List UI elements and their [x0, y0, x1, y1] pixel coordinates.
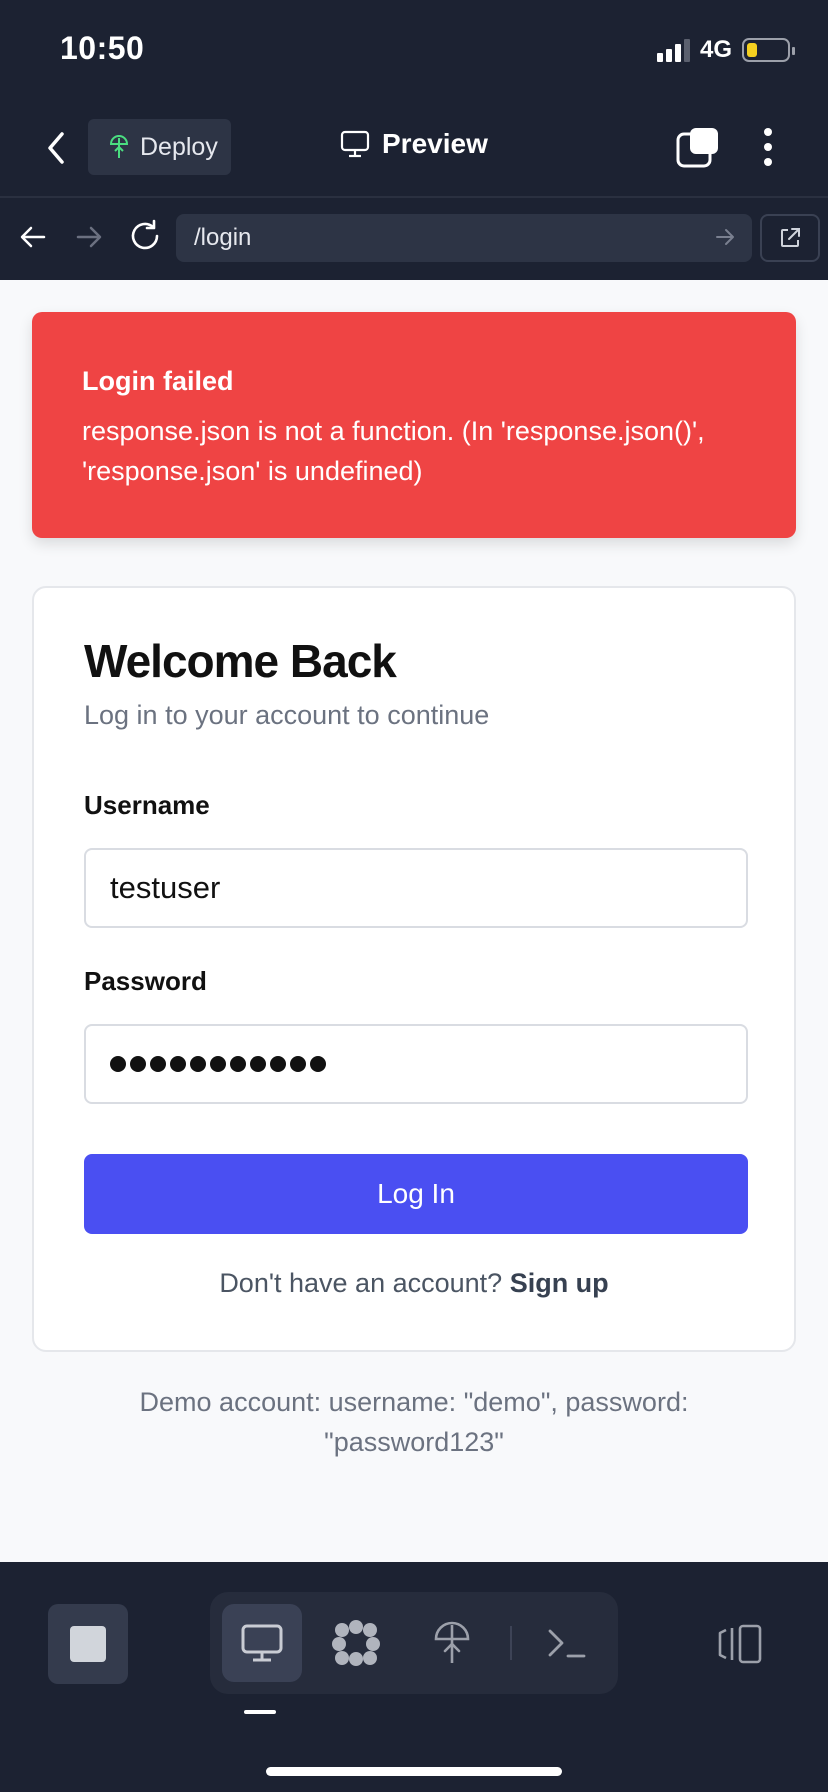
login-card: Welcome Back Log in to your account to c…: [32, 586, 796, 1352]
password-dot: [190, 1056, 206, 1072]
home-indicator: [266, 1767, 562, 1776]
app-header: Deploy Preview: [0, 100, 828, 198]
password-dot: [290, 1056, 306, 1072]
external-link-icon: [781, 228, 800, 247]
password-dot: [110, 1056, 126, 1072]
back-chevron-icon[interactable]: [42, 130, 72, 166]
password-input[interactable]: [84, 1024, 748, 1104]
view-switcher: [210, 1592, 618, 1694]
monitor-icon: [241, 1624, 283, 1662]
password-dot: [250, 1056, 266, 1072]
terminal-icon: [548, 1629, 586, 1658]
deploy-button[interactable]: Deploy: [88, 119, 231, 175]
workflow-tab[interactable]: [316, 1604, 396, 1682]
password-label: Password: [84, 966, 207, 996]
deploy-icon: [434, 1621, 470, 1663]
status-indicators: 4G: [656, 36, 795, 64]
alert-title: Login failed: [82, 366, 234, 396]
battery-icon: [742, 38, 795, 62]
preview-content: Login failed response.json is not a func…: [0, 280, 828, 1562]
toolbar-divider: [510, 1626, 512, 1660]
page-title: Preview: [382, 128, 488, 159]
go-arrow-icon[interactable]: [714, 226, 736, 248]
arrow-left-icon[interactable]: [18, 222, 48, 252]
password-dot: [210, 1056, 226, 1072]
workflow-icon: [332, 1620, 380, 1666]
network-type: 4G: [699, 36, 732, 63]
deploy-tab[interactable]: [412, 1604, 492, 1682]
card-title: Welcome Back: [84, 635, 397, 687]
active-tab-indicator: [244, 1710, 276, 1714]
reload-icon[interactable]: [128, 218, 162, 254]
card-subtitle: Log in to your account to continue: [84, 700, 490, 730]
password-dot: [170, 1056, 186, 1072]
signup-prompt: Don't have an account? Sign up: [34, 1268, 794, 1299]
username-label: Username: [84, 790, 210, 820]
error-alert: Login failed response.json is not a func…: [32, 312, 796, 538]
status-time: 10:50: [60, 30, 145, 66]
monitor-icon: [340, 130, 370, 158]
password-dot: [130, 1056, 146, 1072]
signup-prompt-text: Don't have an account?: [219, 1268, 503, 1298]
preview-tab[interactable]: [222, 1604, 302, 1682]
url-input[interactable]: /login: [176, 214, 752, 262]
deploy-label: Deploy: [140, 132, 218, 161]
password-dot: [150, 1056, 166, 1072]
stop-icon: [70, 1626, 106, 1662]
password-dot: [270, 1056, 286, 1072]
deploy-icon: [109, 135, 129, 158]
battery-level: [747, 43, 757, 57]
arrow-right-icon[interactable]: [74, 222, 104, 252]
signup-link[interactable]: Sign up: [510, 1268, 609, 1298]
panel-toggle-icon[interactable]: [716, 1622, 764, 1666]
preview-title: Preview: [340, 128, 488, 160]
signal-strength-icon: [656, 38, 690, 62]
username-input[interactable]: [84, 848, 748, 928]
demo-account-note: Demo account: username: "demo", password…: [139, 1387, 689, 1457]
url-text: /login: [194, 224, 252, 251]
password-dot: [310, 1056, 326, 1072]
url-row: /login: [0, 198, 828, 280]
password-dot: [230, 1056, 246, 1072]
tabs-icon[interactable]: [676, 126, 720, 168]
alert-message: response.json is not a function. (In 're…: [82, 416, 705, 486]
login-button[interactable]: Log In: [84, 1154, 748, 1234]
stop-button[interactable]: [48, 1604, 128, 1684]
terminal-tab[interactable]: [526, 1604, 606, 1682]
status-bar: 10:50 4G: [0, 0, 828, 100]
open-external-button[interactable]: [760, 214, 820, 262]
bottom-toolbar: [0, 1562, 828, 1792]
more-options-icon[interactable]: [758, 126, 778, 168]
